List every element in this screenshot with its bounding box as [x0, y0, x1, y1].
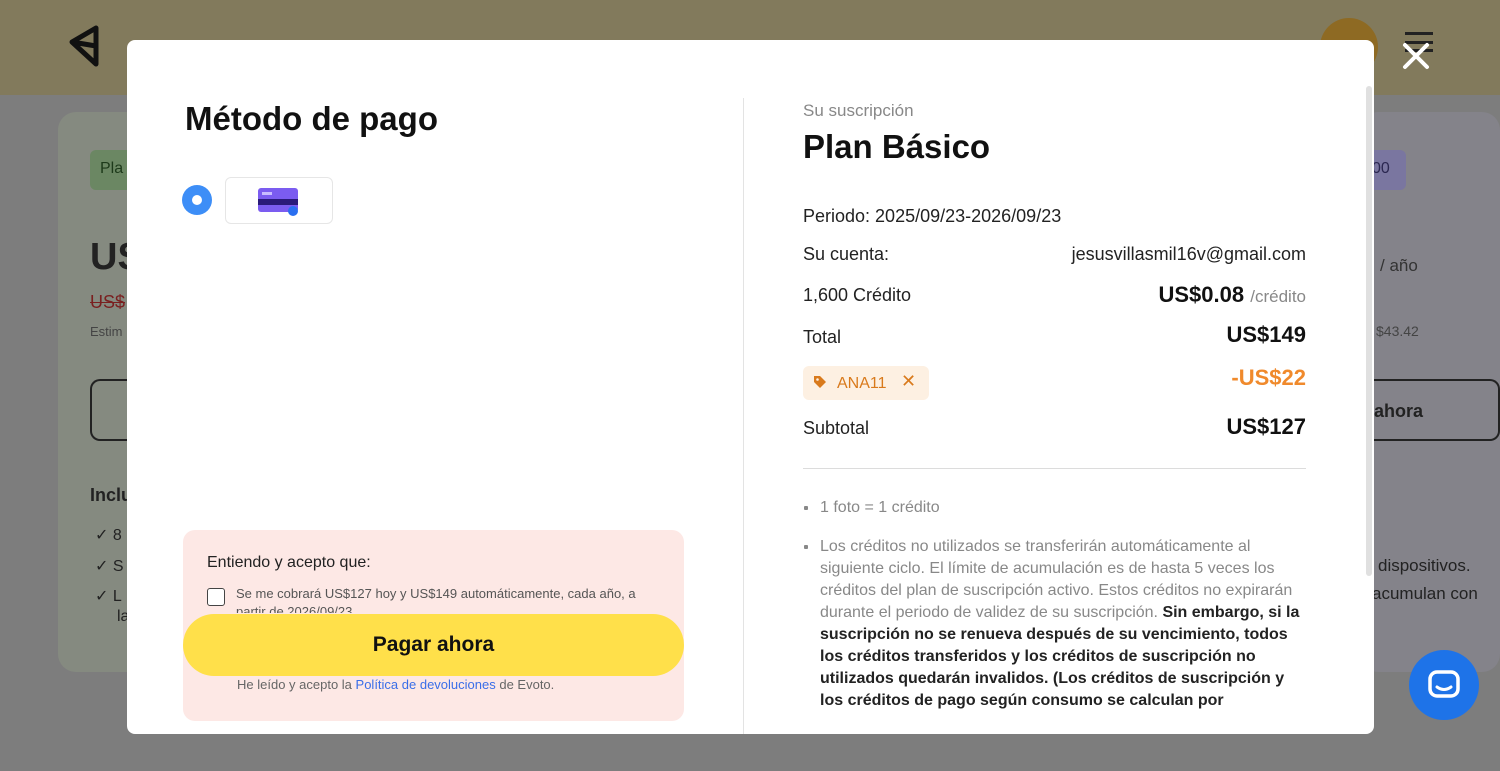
payment-method-title: Método de pago: [185, 100, 438, 137]
tag-icon: [814, 376, 826, 388]
subtotal-value: US$127: [1226, 414, 1306, 439]
background-text-right-1: dispositivos.: [1378, 556, 1471, 575]
consent-box: Entiendo y acepto que: Se me cobrará US$…: [183, 530, 684, 721]
background-old-price-left: US$: [90, 292, 126, 312]
legal-text: He leído y acepto la Política de devoluc…: [237, 677, 554, 692]
total-label: Total: [803, 327, 842, 347]
plan-name: Plan Básico: [803, 128, 991, 165]
credit-price: US$0.08 /crédito: [1159, 282, 1307, 308]
background-amount-right: $43.42: [1376, 323, 1419, 339]
background-item-3: ✓ L: [95, 588, 122, 605]
background-button-right: ahora: [1370, 379, 1500, 441]
credit-card-icon: [258, 188, 298, 216]
legal-suffix: de Evoto.: [495, 677, 555, 692]
card-radio-button[interactable]: [182, 185, 212, 215]
note-item: Los créditos no utilizados se transferir…: [804, 536, 1310, 712]
checkout-modal: Método de pago Entiendo y acepto que: Se…: [127, 40, 1374, 734]
card-payment-option[interactable]: [225, 177, 333, 224]
chat-button[interactable]: [1409, 650, 1479, 720]
summary-scrollbar[interactable]: [1366, 86, 1372, 576]
payment-method-panel: Método de pago Entiendo y acepto que: Se…: [127, 40, 744, 734]
period-text: Periodo: 2025/09/23-2026/09/23: [803, 206, 1062, 226]
credit-price-value: US$0.08: [1158, 282, 1245, 307]
refund-policy-link[interactable]: Política de devoluciones: [356, 677, 496, 692]
close-icon: [1403, 43, 1429, 69]
credit-unit: /crédito: [1250, 287, 1306, 306]
consent-checkbox[interactable]: [207, 588, 225, 606]
background-includes-left: Inclu: [90, 485, 133, 505]
coupon-code: ANA11: [837, 375, 887, 392]
background-per-year: / año: [1380, 256, 1418, 275]
coupon-chip: ANA11 ✕: [803, 366, 929, 400]
discount-value: -US$22: [1231, 365, 1306, 390]
total-value: US$149: [1226, 322, 1306, 347]
subscription-summary-panel: Su suscripción Plan Básico Periodo: 2025…: [744, 40, 1374, 734]
consent-text: Se me cobrará US$127 hoy y US$149 automá…: [236, 586, 636, 613]
note-item: 1 foto = 1 crédito: [804, 497, 1310, 519]
background-item-2: ✓ S: [95, 558, 124, 575]
pay-now-button[interactable]: Pagar ahora: [183, 614, 684, 676]
background-estimate-left: Estim: [90, 324, 123, 339]
account-label: Su cuenta:: [803, 244, 890, 264]
chat-icon: [1428, 670, 1460, 698]
summary-divider: [803, 468, 1306, 469]
subscription-label: Su suscripción: [803, 101, 914, 120]
remove-coupon-button[interactable]: ✕: [901, 371, 916, 392]
consent-title: Entiendo y acepto que:: [207, 554, 371, 571]
account-email: jesusvillasmil16v@gmail.com: [1071, 244, 1306, 264]
credits-label: 1,600 Crédito: [803, 285, 912, 305]
app-logo-icon: [69, 25, 99, 67]
close-modal-button[interactable]: [1398, 38, 1434, 74]
legal-prefix: He leído y acepto la: [237, 677, 356, 692]
background-text-right-2: acumulan con: [1372, 584, 1478, 603]
subtotal-label: Subtotal: [803, 418, 870, 438]
background-item-1: ✓ 8: [95, 527, 122, 544]
